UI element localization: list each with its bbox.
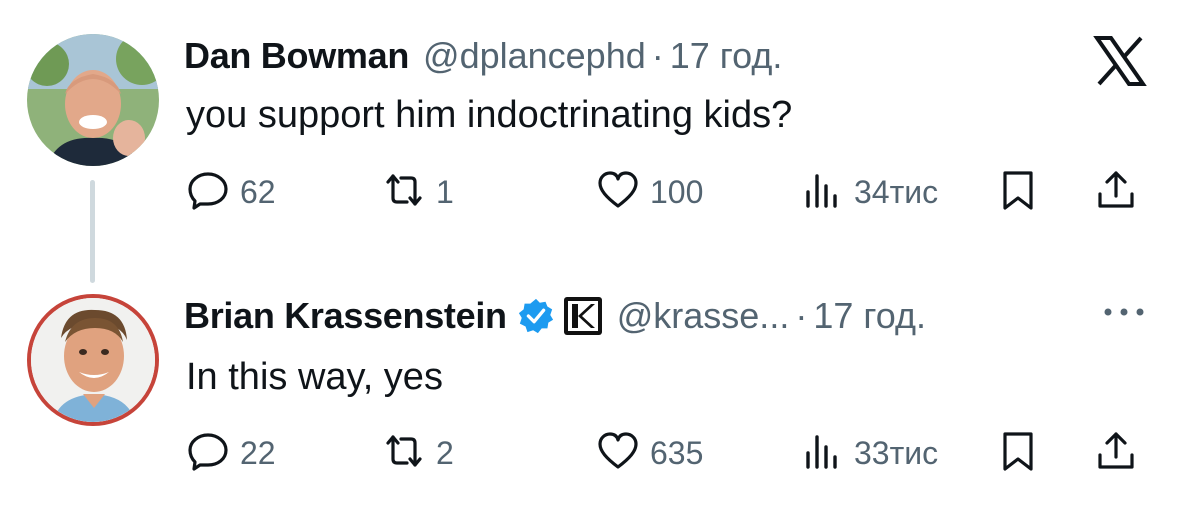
views-icon [800,168,844,217]
like-icon [596,168,640,217]
repost-icon [382,168,426,217]
like-count: 100 [650,173,704,210]
bookmark-button[interactable] [996,167,1040,217]
avatar[interactable] [27,294,159,426]
repost-button[interactable]: 1 [382,167,454,217]
separator-dot: · [651,35,664,76]
like-icon [596,429,640,478]
views-icon [800,429,844,478]
verified-icon[interactable] [517,297,555,335]
reply-icon [186,429,230,478]
repost-button[interactable]: 2 [382,428,454,478]
share-icon [1094,168,1138,217]
tweet-text: you support him indoctrinating kids? [186,94,793,136]
author-handle[interactable]: @dplancephd [423,35,646,77]
views-count: 33тис [854,434,939,471]
action-bar: 62 1 100 34тис [186,167,1146,217]
bookmark-icon [996,429,1040,478]
author-handle[interactable]: @krasse... [617,295,790,337]
timestamp[interactable]: 17 год. [670,35,783,77]
reply-count: 22 [240,434,276,471]
repost-count: 2 [436,434,454,471]
reply-icon [186,168,230,217]
reply-button[interactable]: 22 [186,428,276,478]
tweet-text: In this way, yes [186,356,443,398]
avatar[interactable] [27,34,159,166]
more-icon[interactable] [1100,302,1148,322]
x-logo-icon [1093,36,1147,86]
reply-button[interactable]: 62 [186,167,276,217]
tweet-header: Brian Krassenstein @krasse... · 17 год. [184,294,926,338]
share-button[interactable] [1094,428,1138,478]
like-button[interactable]: 100 [596,167,703,217]
views-button[interactable]: 34тис [800,167,938,217]
author-name[interactable]: Brian Krassenstein [184,295,507,337]
repost-icon [382,429,426,478]
author-name[interactable]: Dan Bowman [184,35,409,77]
separator-dot: · [795,295,808,336]
timestamp[interactable]: 17 год. [813,295,926,337]
action-bar: 22 2 635 33тис [186,428,1146,478]
thread-line [90,180,95,283]
reply-count: 62 [240,173,276,210]
views-button[interactable]: 33тис [800,428,938,478]
tweet-brian-krassenstein[interactable]: Brian Krassenstein @krasse... · 17 год. … [0,270,1179,519]
share-button[interactable] [1094,167,1138,217]
tweet-dan-bowman[interactable]: Dan Bowman @dplancephd · 17 год. you sup… [0,0,1179,283]
bookmark-icon [996,168,1040,217]
affiliate-k-badge[interactable] [563,296,603,336]
repost-count: 1 [436,173,454,210]
like-count: 635 [650,434,704,471]
share-icon [1094,429,1138,478]
tweet-header: Dan Bowman @dplancephd · 17 год. [184,34,782,78]
like-button[interactable]: 635 [596,428,703,478]
bookmark-button[interactable] [996,428,1040,478]
views-count: 34тис [854,173,939,210]
